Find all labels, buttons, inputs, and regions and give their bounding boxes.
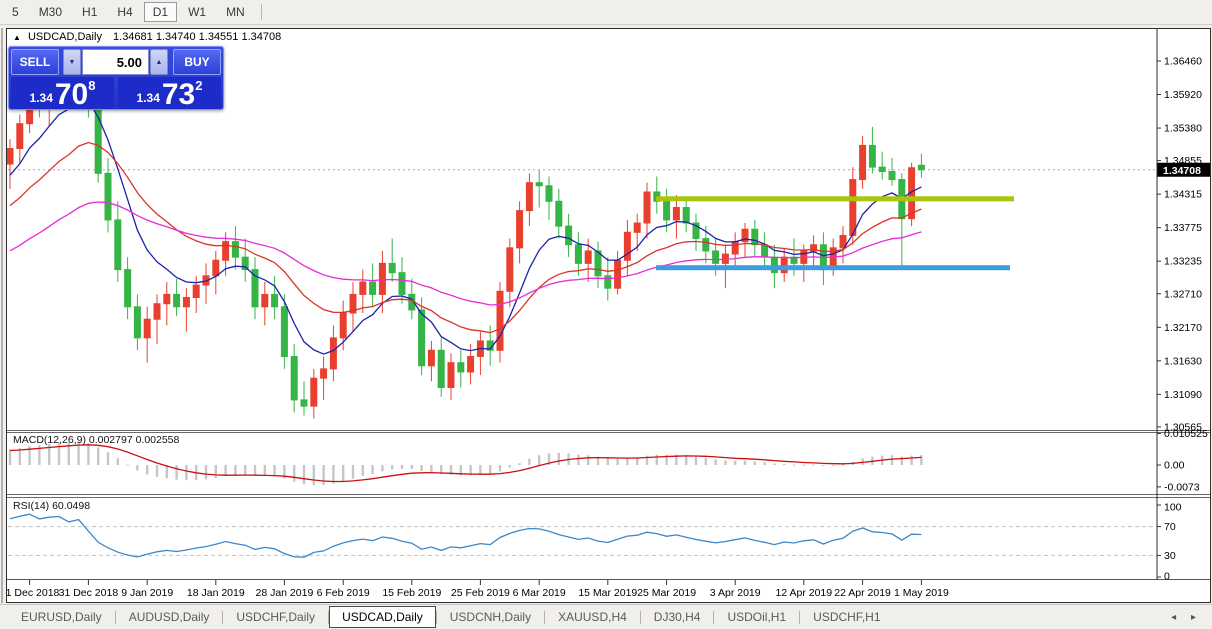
volume-decrease-button[interactable]: ▼ [63, 49, 81, 75]
svg-text:0.010525: 0.010525 [1164, 428, 1208, 440]
buy-price-main: 73 [161, 78, 196, 111]
timeframe-w1[interactable]: W1 [179, 2, 215, 22]
chart-tab-audusd-daily[interactable]: AUDUSD,Daily [116, 607, 223, 627]
svg-text:1.34708: 1.34708 [1163, 165, 1201, 177]
timeframe-h4[interactable]: H4 [108, 2, 141, 22]
sell-button[interactable]: SELL [11, 49, 59, 75]
svg-text:100: 100 [1164, 502, 1182, 514]
price-axis[interactable]: 1.364601.359201.353801.348551.343151.337… [1157, 56, 1211, 583]
rsi-indicator-label: RSI(14) 60.0498 [13, 500, 91, 512]
chart-tab-usdcad-daily[interactable]: USDCAD,Daily [329, 606, 436, 628]
sell-price-main: 70 [54, 78, 89, 111]
chart-tab-usdoil-h1[interactable]: USDOil,H1 [714, 607, 799, 627]
volume-increase-button[interactable]: ▲ [150, 49, 168, 75]
svg-text:6 Mar 2019: 6 Mar 2019 [513, 587, 566, 599]
time-axis[interactable]: 21 Dec 201831 Dec 20189 Jan 2019 18 Jan 2… [0, 580, 949, 599]
svg-text:28 Jan 2019: 28 Jan 2019 [255, 587, 313, 599]
svg-text:-0.0073: -0.0073 [1164, 481, 1200, 493]
chart-tab-usdcnh-daily[interactable]: USDCNH,Daily [437, 607, 544, 627]
svg-text:22 Apr 2019: 22 Apr 2019 [834, 587, 891, 599]
one-click-trading-panel: SELL ▼ ▲ BUY 1.34 70 8 1.34 73 2 [8, 46, 224, 110]
svg-text:1.31090: 1.31090 [1164, 389, 1202, 401]
timeframe-d1[interactable]: D1 [143, 2, 178, 22]
svg-text:9 Jan 2019: 9 Jan 2019 [121, 587, 173, 599]
chart-tab-dj30-h4[interactable]: DJ30,H4 [641, 607, 714, 627]
svg-text:0: 0 [1164, 571, 1170, 583]
mt4-window: 5 M30 H1 H4 D1 W1 MN 1.36460 1.35920 1.35380 1.34… [0, 0, 1212, 629]
panel-collapse-icon[interactable]: ▲ [13, 33, 21, 42]
volume-input[interactable] [82, 49, 149, 75]
macd-pane[interactable] [8, 442, 923, 486]
svg-text:1.33235: 1.33235 [1164, 256, 1202, 268]
buy-button[interactable]: BUY [173, 49, 221, 75]
chart-window: 1.36460 1.35920 1.35380 1.34855 1.34315 1.337… [0, 28, 1211, 603]
symbol-period-label: USDCAD,Daily [27, 31, 102, 43]
ohlc-values: 1.34681 1.34740 1.34551 1.34708 [113, 31, 282, 43]
svg-text:1.35380: 1.35380 [1164, 123, 1202, 135]
rsi-pane[interactable] [8, 513, 1157, 558]
buy-price-base: 1.34 [136, 91, 160, 105]
sell-price-tile[interactable]: 1.34 70 8 [11, 77, 114, 111]
support-line-object[interactable] [656, 265, 1010, 271]
sell-price-pip: 8 [88, 78, 96, 93]
svg-text:15 Feb 2019: 15 Feb 2019 [382, 587, 441, 599]
svg-text:31 Dec 2018: 31 Dec 2018 [59, 587, 119, 599]
window-edge [1, 28, 3, 603]
svg-text:1.32170: 1.32170 [1164, 322, 1202, 334]
svg-text:1.33775: 1.33775 [1164, 222, 1202, 234]
svg-text:3 Apr 2019: 3 Apr 2019 [710, 587, 761, 599]
svg-text:1.36460: 1.36460 [1164, 56, 1202, 68]
timeframe-5[interactable]: 5 [3, 2, 28, 22]
svg-text:18 Jan 2019: 18 Jan 2019 [187, 587, 245, 599]
chart-tab-bar: EURUSD,Daily AUDUSD,Daily USDCHF,Daily USDC… [0, 604, 1212, 629]
tabs-scroll-arrows[interactable]: ◂ ▸ [1171, 612, 1202, 623]
toolbar-separator [260, 4, 262, 20]
price-chart[interactable]: 1.364601.359201.353801.348551.343151.337… [0, 29, 1211, 602]
svg-text:1 May 2019: 1 May 2019 [894, 587, 949, 599]
svg-text:1.35920: 1.35920 [1164, 89, 1202, 101]
timeframe-mn[interactable]: MN [217, 2, 254, 22]
svg-text:15 Mar 2019: 15 Mar 2019 [578, 587, 637, 599]
svg-text:1.31630: 1.31630 [1164, 355, 1202, 367]
chart-title: ▲ USDCAD,Daily 1.34681 1.34740 1.34551 1… [13, 31, 281, 43]
buy-price-tile[interactable]: 1.34 73 2 [118, 77, 221, 111]
timeframe-m30[interactable]: M30 [30, 2, 71, 22]
chart-tab-usdchf-daily[interactable]: USDCHF,Daily [223, 607, 328, 627]
svg-text:12 Apr 2019: 12 Apr 2019 [775, 587, 832, 599]
svg-text:70: 70 [1164, 521, 1176, 533]
buy-price-pip: 2 [195, 78, 203, 93]
timeframe-h1[interactable]: H1 [73, 2, 106, 22]
svg-text:1.34315: 1.34315 [1164, 189, 1202, 201]
svg-text:30: 30 [1164, 550, 1176, 562]
svg-text:0.00: 0.00 [1164, 460, 1185, 472]
chart-tab-eurusd-daily[interactable]: EURUSD,Daily [8, 607, 115, 627]
sell-price-base: 1.34 [29, 91, 53, 105]
macd-indicator-label: MACD(12,26,9) 0.002797 0.002558 [13, 434, 180, 446]
svg-text:25 Mar 2019: 25 Mar 2019 [637, 587, 696, 599]
rsi-line [9, 513, 922, 558]
resistance-line-object[interactable] [656, 196, 1014, 202]
ma-medium-line [9, 141, 922, 334]
timeframe-toolbar: 5 M30 H1 H4 D1 W1 MN [0, 0, 1212, 25]
chart-tab-usdchf-h1[interactable]: USDCHF,H1 [800, 607, 893, 627]
macd-signal-line [9, 444, 922, 483]
svg-text:1.32710: 1.32710 [1164, 288, 1202, 300]
chart-tab-xauusd-h4[interactable]: XAUUSD,H4 [545, 607, 640, 627]
svg-text:25 Feb 2019: 25 Feb 2019 [451, 587, 510, 599]
svg-text:21 Dec 2018: 21 Dec 2018 [7, 587, 60, 599]
svg-text:6 Feb 2019: 6 Feb 2019 [317, 587, 370, 599]
